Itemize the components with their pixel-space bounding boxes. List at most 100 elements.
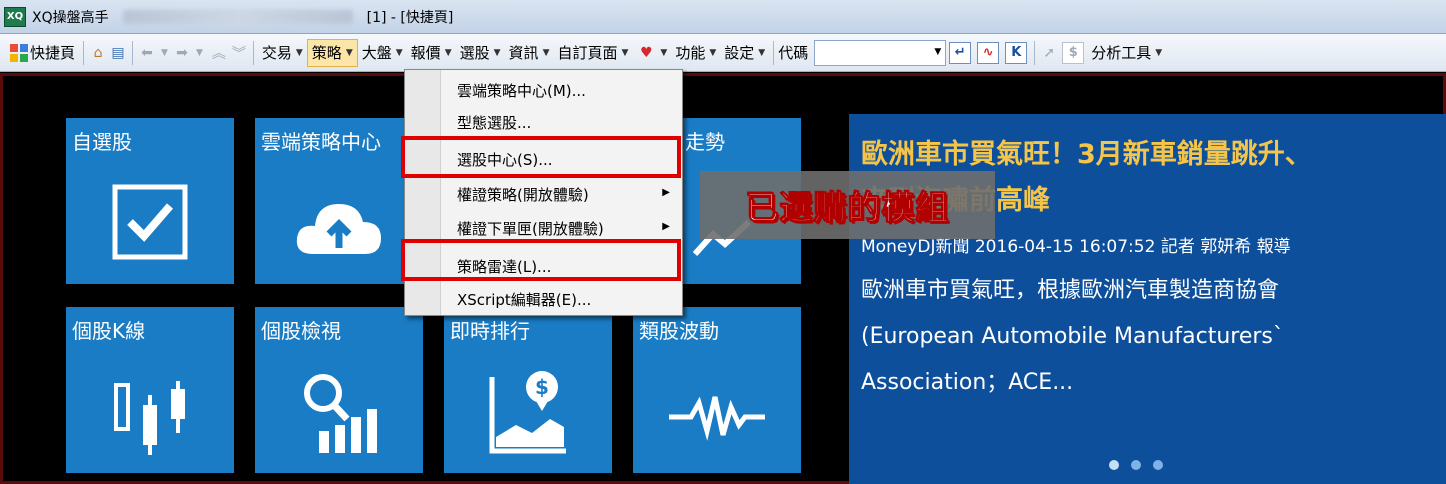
toolbar-separator xyxy=(132,40,134,65)
menu-stock-pick[interactable]: 選股 ▼ xyxy=(456,39,505,67)
double-up-icon[interactable]: ︽ xyxy=(209,43,229,63)
title-bar: XQ XQ操盤高手 [1] - [快捷頁] xyxy=(0,0,1446,34)
menu-trade-label: 交易 xyxy=(261,44,292,62)
menu-stock-pick-label: 選股 xyxy=(459,44,490,62)
forward-arrow-icon[interactable]: ➡ xyxy=(172,43,192,63)
tile-watchlist[interactable]: 自選股 xyxy=(66,118,234,284)
menu-function-label: 功能 xyxy=(675,44,706,62)
home-icon[interactable]: ⌂ xyxy=(88,43,108,63)
chevron-down-icon: ▼ xyxy=(1155,47,1163,58)
tile-realtime-rank[interactable]: 即時排行 $ xyxy=(444,307,612,473)
carousel-dot[interactable] xyxy=(1109,460,1119,470)
chevron-down-icon: ▼ xyxy=(493,47,501,58)
chevron-down-icon: ▼ xyxy=(709,47,717,58)
menu-item-cloud-strategy[interactable]: 雲端策略中心(M)... xyxy=(457,80,586,101)
menu-market[interactable]: 大盤 ▼ xyxy=(358,39,407,67)
cursor-icon[interactable]: ➚ xyxy=(1039,43,1059,63)
chevron-down-icon: ▼ xyxy=(542,47,550,58)
toolbar-separator xyxy=(252,40,254,65)
tile-trend-label: 走勢 xyxy=(685,130,725,154)
tile-sector-volatility-label: 類股波動 xyxy=(639,319,719,343)
news-body-line: 歐洲車市買氣旺，根據歐洲汽車製造商協會 xyxy=(861,278,1280,303)
cloud-upload-icon xyxy=(255,194,423,258)
menu-info-label: 資訊 xyxy=(508,44,539,62)
dollar-button[interactable]: $ xyxy=(1062,41,1085,64)
tile-realtime-rank-label: 即時排行 xyxy=(450,319,530,343)
k-chart-button[interactable]: K xyxy=(1005,41,1028,64)
menu-analysis-tools[interactable]: 分析工具 ▼ xyxy=(1087,39,1166,67)
document-icon[interactable]: ▤ xyxy=(108,43,128,63)
menu-trade[interactable]: 交易 ▼ xyxy=(258,39,307,67)
tile-cloud-strategy-label: 雲端策略中心 xyxy=(261,130,381,154)
menu-strategy-label: 策略 xyxy=(311,44,342,62)
chevron-down-icon[interactable]: ▼ xyxy=(161,48,168,58)
menu-item-warrant-order[interactable]: 權證下單匣(開放體驗) xyxy=(457,218,604,239)
back-arrow-icon[interactable]: ⬅ xyxy=(137,43,157,63)
double-down-icon[interactable]: ︾ xyxy=(229,43,249,63)
menu-settings-label: 設定 xyxy=(724,44,755,62)
tile-sector-volatility[interactable]: 類股波動 xyxy=(633,307,801,473)
menu-item-warrant-order-label: 權證下單匣(開放體驗) xyxy=(457,220,604,238)
quick-page-button[interactable]: 快捷頁 xyxy=(6,39,79,67)
chevron-down-icon: ▼ xyxy=(444,47,452,58)
chevron-down-icon[interactable]: ▼ xyxy=(934,47,941,57)
chevron-down-icon: ▼ xyxy=(758,47,766,58)
app-logo-icon: XQ xyxy=(4,6,26,27)
menu-function[interactable]: 功能 ▼ xyxy=(671,39,720,67)
tile-kline-label: 個股K線 xyxy=(72,319,146,343)
menu-info[interactable]: 資訊 ▼ xyxy=(505,39,554,67)
menu-settings[interactable]: 設定 ▼ xyxy=(720,39,769,67)
tile-kline[interactable]: 個股K線 xyxy=(66,307,234,473)
tile-cloud-strategy[interactable]: 雲端策略中心 xyxy=(255,118,423,284)
chevron-down-icon: ▼ xyxy=(660,47,668,58)
menu-item-pattern-pick[interactable]: 型態選股... xyxy=(457,112,531,133)
favorites-button[interactable]: ♥ ▼ xyxy=(632,39,671,67)
chevron-down-icon: ▼ xyxy=(345,47,353,58)
highlight-strategy-radar xyxy=(401,239,681,281)
code-label: 代碼 xyxy=(778,44,809,62)
heart-icon: ♥ xyxy=(640,44,653,61)
carousel-dot[interactable] xyxy=(1153,460,1163,470)
submenu-arrow-icon: ▶ xyxy=(662,187,670,198)
tile-watchlist-label: 自選股 xyxy=(72,130,132,154)
news-panel[interactable]: 歐洲車市買氣旺！3月新車銷量跳升、 來到海嘯前高峰 MoneyDJ新聞 2016… xyxy=(849,114,1446,484)
news-body-line: Association；ACE... xyxy=(861,370,1074,395)
price-chart-icon: $ xyxy=(444,367,612,455)
chevron-down-icon: ▼ xyxy=(295,47,303,58)
chevron-down-icon: ▼ xyxy=(621,47,629,58)
menu-market-label: 大盤 xyxy=(361,44,392,62)
app-name: XQ操盤高手 xyxy=(32,9,109,26)
annotation-callout: 已選購的模組 xyxy=(700,171,995,239)
news-body: 歐洲車市買氣旺，根據歐洲汽車製造商協會 (European Automobile… xyxy=(861,268,1431,406)
chevron-down-icon: ▼ xyxy=(395,47,403,58)
news-body-line: (European Automobile Manufacturers` xyxy=(861,324,1284,349)
carousel-dots xyxy=(1109,460,1163,470)
code-input[interactable]: ▼ xyxy=(814,39,947,66)
checkbox-icon xyxy=(66,184,234,260)
menu-item-warrant-strategy-label: 權證策略(開放體驗) xyxy=(457,186,589,204)
annotation-text: 已選購的模組 xyxy=(745,188,950,228)
menu-custom-page[interactable]: 自訂頁面 ▼ xyxy=(553,39,632,67)
menu-custom-page-label: 自訂頁面 xyxy=(557,44,618,62)
menu-quote[interactable]: 報價 ▼ xyxy=(407,39,456,67)
candlestick-icon xyxy=(66,377,234,457)
menu-item-xscript-editor[interactable]: XScript編輯器(E)... xyxy=(457,289,591,310)
pulse-icon xyxy=(633,391,801,441)
window-title: [1] - [快捷頁] xyxy=(366,9,454,26)
toolbar-separator xyxy=(83,40,85,65)
toolbar-separator xyxy=(1034,40,1036,65)
chevron-down-icon[interactable]: ▼ xyxy=(196,48,203,58)
tile-stock-view-label: 個股檢視 xyxy=(261,319,341,343)
menu-strategy[interactable]: 策略 ▼ xyxy=(306,38,358,67)
carousel-dot[interactable] xyxy=(1131,460,1141,470)
tile-stock-view[interactable]: 個股檢視 xyxy=(255,307,423,473)
magnifier-chart-icon xyxy=(255,369,423,455)
chart-line-icon[interactable]: ∿ xyxy=(977,41,1000,64)
quick-page-icon xyxy=(10,43,28,62)
toolbar-separator xyxy=(773,40,775,65)
menu-item-warrant-strategy[interactable]: 權證策略(開放體驗) xyxy=(457,184,677,205)
main-toolbar: 快捷頁 ⌂ ▤ ⬅ ▼ ➡ ▼ ︽ ︾ 交易 ▼ 策略 ▼ 大盤 ▼ 報價 ▼ 選股 ▼ 資訊… xyxy=(0,34,1446,72)
enter-icon[interactable]: ↵ xyxy=(949,41,972,64)
blurred-title-text xyxy=(122,9,353,24)
highlight-stock-pick-center xyxy=(401,136,681,178)
